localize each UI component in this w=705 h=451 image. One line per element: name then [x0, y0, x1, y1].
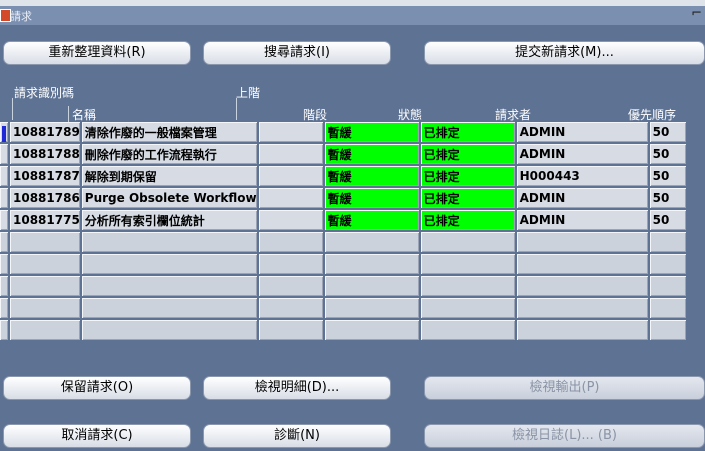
- view-log-button[interactable]: 檢視日誌(L)... (B): [424, 424, 705, 448]
- name-cell[interactable]: 解除到期保留: [81, 166, 259, 188]
- status-cell[interactable]: 已排定: [420, 210, 517, 232]
- status-cell[interactable]: 已排定: [420, 166, 517, 188]
- phase-cell[interactable]: 暫緩: [324, 122, 421, 144]
- view-output-button[interactable]: 檢視輸出(P): [424, 376, 705, 400]
- parent-cell[interactable]: [258, 144, 325, 166]
- table-row[interactable]: 10881787 解除到期保留 暫緩 已排定 H000443 50: [0, 166, 688, 188]
- diagnose-button[interactable]: 診斷(N): [203, 424, 391, 448]
- empty-row[interactable]: [0, 320, 688, 342]
- request-id-cell[interactable]: 10881775: [10, 210, 82, 232]
- empty-row[interactable]: [0, 232, 688, 254]
- cancel-request-button[interactable]: 取消請求(C): [3, 424, 191, 448]
- header-request-id: 請求識別碼: [14, 86, 75, 100]
- hold-request-button[interactable]: 保留請求(O): [3, 376, 191, 400]
- row-selector[interactable]: [0, 210, 10, 232]
- requestor-cell[interactable]: H000443: [516, 166, 650, 188]
- header-name: 名稱: [72, 108, 97, 122]
- parent-cell[interactable]: [258, 188, 325, 210]
- name-cell[interactable]: 分析所有索引欄位統計: [81, 210, 259, 232]
- name-cell[interactable]: 刪除作廢的工作流程執行: [81, 144, 259, 166]
- request-id-cell[interactable]: 10881788: [10, 144, 82, 166]
- priority-cell[interactable]: 50: [649, 166, 688, 188]
- table-row[interactable]: 10881789 清除作廢的一般檔案管理 暫緩 已排定 ADMIN 50: [0, 122, 688, 144]
- phase-cell[interactable]: 暫緩: [324, 166, 421, 188]
- parent-cell[interactable]: [258, 166, 325, 188]
- priority-cell[interactable]: 50: [649, 188, 688, 210]
- window-title: 請求: [10, 10, 32, 23]
- requests-table: 10881789 清除作廢的一般檔案管理 暫緩 已排定 ADMIN 50 108…: [0, 122, 688, 342]
- priority-cell[interactable]: 50: [649, 144, 688, 166]
- title-bar: 請求 ⌐: [0, 6, 705, 25]
- request-id-cell[interactable]: 10881789: [10, 122, 82, 144]
- name-cell[interactable]: Purge Obsolete Workflow: [81, 188, 259, 210]
- parent-cell[interactable]: [258, 122, 325, 144]
- requestor-cell[interactable]: ADMIN: [516, 144, 650, 166]
- status-cell[interactable]: 已排定: [420, 188, 517, 210]
- requestor-cell[interactable]: ADMIN: [516, 188, 650, 210]
- submit-new-request-button[interactable]: 提交新請求(M)...: [424, 41, 705, 65]
- header-divider: [236, 98, 237, 120]
- header-priority: 優先順序: [628, 108, 677, 122]
- header-parent: 上階: [236, 86, 261, 100]
- empty-row[interactable]: [0, 254, 688, 276]
- table-row[interactable]: 10881786 Purge Obsolete Workflow 暫緩 已排定 …: [0, 188, 688, 210]
- header-divider: [68, 106, 69, 122]
- priority-cell[interactable]: 50: [649, 122, 688, 144]
- request-id-cell[interactable]: 10881787: [10, 166, 82, 188]
- header-phase: 階段: [303, 108, 328, 122]
- request-id-cell[interactable]: 10881786: [10, 188, 82, 210]
- row-selector[interactable]: [0, 166, 10, 188]
- minimize-icon[interactable]: ⌐: [691, 6, 702, 21]
- empty-row[interactable]: [0, 298, 688, 320]
- header-status: 狀態: [398, 108, 423, 122]
- header-divider: [12, 98, 13, 120]
- table-row[interactable]: 10881775 分析所有索引欄位統計 暫緩 已排定 ADMIN 50: [0, 210, 688, 232]
- status-cell[interactable]: 已排定: [420, 122, 517, 144]
- requestor-cell[interactable]: ADMIN: [516, 210, 650, 232]
- row-selector[interactable]: [0, 188, 10, 210]
- row-selector[interactable]: [0, 122, 10, 144]
- refresh-data-button[interactable]: 重新整理資料(R): [3, 41, 191, 65]
- status-cell[interactable]: 已排定: [420, 144, 517, 166]
- phase-cell[interactable]: 暫緩: [324, 188, 421, 210]
- table-row[interactable]: 10881788 刪除作廢的工作流程執行 暫緩 已排定 ADMIN 50: [0, 144, 688, 166]
- empty-row[interactable]: [0, 276, 688, 298]
- priority-cell[interactable]: 50: [649, 210, 688, 232]
- selection-marker: [2, 125, 6, 142]
- find-requests-button[interactable]: 搜尋請求(I): [203, 41, 391, 65]
- header-requestor: 請求者: [495, 108, 532, 122]
- phase-cell[interactable]: 暫緩: [324, 144, 421, 166]
- requestor-cell[interactable]: ADMIN: [516, 122, 650, 144]
- parent-cell[interactable]: [258, 210, 325, 232]
- phase-cell[interactable]: 暫緩: [324, 210, 421, 232]
- view-details-button[interactable]: 檢視明細(D)...: [203, 376, 391, 400]
- row-selector[interactable]: [0, 144, 10, 166]
- name-cell[interactable]: 清除作廢的一般檔案管理: [81, 122, 259, 144]
